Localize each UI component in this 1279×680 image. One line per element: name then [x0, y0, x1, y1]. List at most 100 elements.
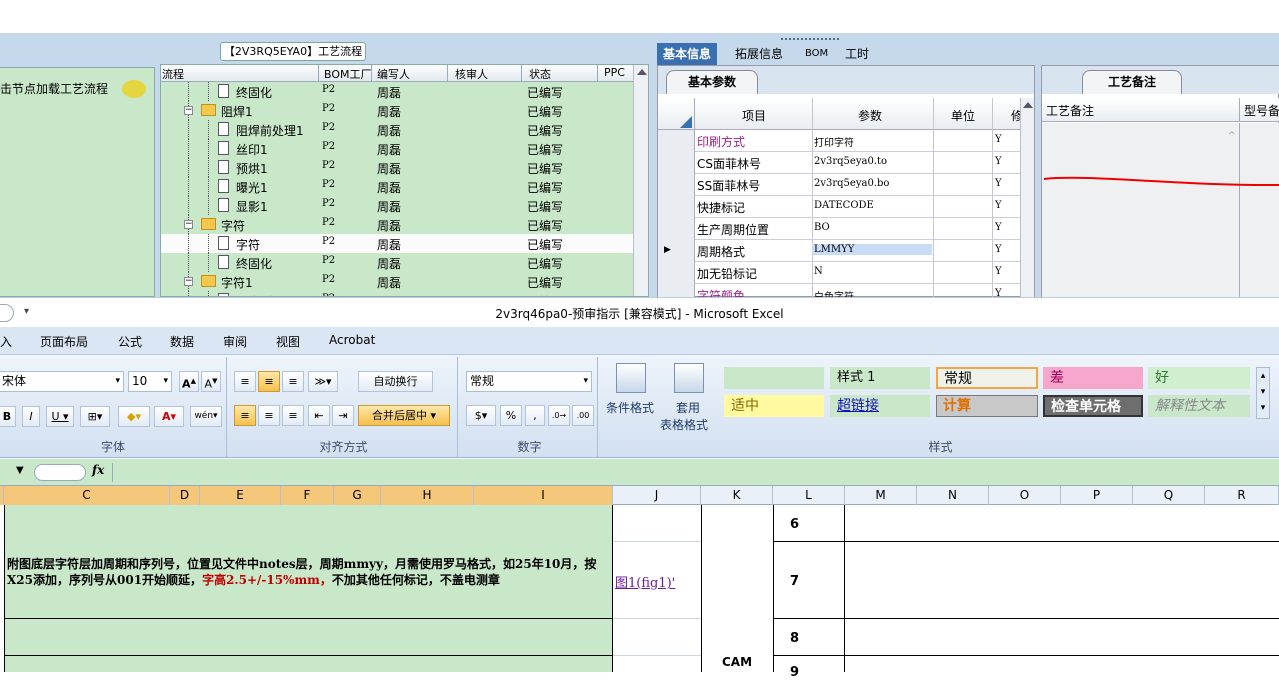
instruction-text-part2: 不加其他任何标记，不盖电测章 [331, 573, 500, 587]
formula-bar: ▼ fx [0, 459, 1279, 486]
col-header-e[interactable]: E [200, 486, 281, 505]
chevron-down-icon: ▾ [163, 376, 168, 386]
decrease-decimal-button[interactable]: .00 [572, 405, 594, 426]
fill-color-button[interactable]: ◆▾ [118, 406, 150, 427]
bold-button[interactable]: B [0, 406, 16, 427]
decrease-indent-button[interactable]: ⇤ [308, 405, 330, 426]
merged-cell-c-i[interactable] [4, 505, 613, 672]
col-header-i[interactable]: I [474, 486, 613, 505]
tab-acrobat[interactable]: Acrobat [329, 333, 375, 347]
number-format-select[interactable]: 常规 ▾ [466, 371, 592, 392]
styles-group: 条件格式 套用 表格格式 样式 1 常规 差 好 适中 超链接 计算 检查单元格… [602, 357, 1279, 457]
cell-k-cam[interactable]: CAM [722, 655, 752, 669]
grow-font-button[interactable]: A▲ [179, 371, 199, 392]
currency-button[interactable]: $▾ [466, 405, 496, 426]
style-blank[interactable] [724, 367, 824, 389]
increase-decimal-button[interactable]: .0→ [548, 405, 570, 426]
font-group: 宋体 ▾ 10 ▾ A▲ A▼ B I U ▾ ⊞▾ ◆▾ A▾ wén▾ 字体 [0, 357, 227, 457]
cell-instruction-text: 附图底层字符层加周期和序列号，位置见文件中notes层，周期mmyy，月需使用罗… [7, 556, 607, 588]
conditional-format-button[interactable]: 条件格式 [606, 399, 654, 416]
style-bad[interactable]: 差 [1043, 367, 1143, 389]
style-calculation[interactable]: 计算 [936, 395, 1038, 417]
tab-review[interactable]: 审阅 [223, 333, 247, 350]
align-center-button[interactable]: ≡ [258, 405, 280, 426]
col-header-m[interactable]: M [845, 486, 917, 505]
style-hyperlink[interactable]: 超链接 [830, 395, 930, 417]
chevron-down-icon: ▾ [115, 376, 120, 386]
align-bottom-button[interactable]: ≡ [282, 371, 304, 392]
col-header-l[interactable]: L [773, 486, 845, 505]
align-right-button[interactable]: ≡ [282, 405, 304, 426]
column-headers: C D E F G H I J K L M N O P Q R [0, 486, 1279, 505]
formula-expand-button[interactable] [34, 464, 86, 481]
cell-l-6[interactable]: 6 [790, 517, 799, 532]
name-box-dropdown-icon[interactable]: ▼ [16, 465, 24, 476]
excel-title: 2v3rq46pa0-预审指示 [兼容模式] - Microsoft Excel [495, 307, 784, 321]
phonetic-button[interactable]: wén▾ [190, 406, 222, 427]
font-name-select[interactable]: 宋体 ▾ [0, 371, 124, 392]
red-annotation-line [1043, 176, 1279, 187]
col-header-p[interactable]: P [1061, 486, 1133, 505]
format-as-table-label: 表格格式 [660, 418, 709, 432]
col-header-h[interactable]: H [381, 486, 474, 505]
style-check-cell[interactable]: 检查单元格 [1043, 395, 1143, 417]
instruction-text-red: 字高2.5+/-15%mm， [202, 573, 332, 587]
style-good[interactable]: 好 [1148, 367, 1250, 389]
chevron-down-icon: ▾ [583, 376, 588, 386]
style-explanatory[interactable]: 解释性文本 [1148, 395, 1250, 417]
cell-l-9[interactable]: 9 [790, 665, 799, 680]
wrap-text-button[interactable]: 自动换行 [358, 371, 433, 392]
tab-data[interactable]: 数据 [170, 333, 194, 350]
figure-link[interactable]: 图1(fig1)' [615, 572, 675, 591]
font-size-value: 10 [132, 374, 148, 388]
col-header-g[interactable]: G [334, 486, 381, 505]
align-group: ≡ ≡ ≡ ≫▾ 自动换行 ≡ ≡ ≡ ⇤ ⇥ 合并后居中 ▾ 对齐方式 [230, 357, 458, 457]
font-group-label: 字体 [100, 440, 125, 454]
cell-l-7[interactable]: 7 [790, 574, 799, 589]
align-top-button[interactable]: ≡ [234, 371, 256, 392]
tab-page-layout[interactable]: 页面布局 [40, 333, 88, 350]
conditional-format-icon[interactable] [616, 363, 646, 393]
styles-gallery-scroll[interactable]: ▴ ▾ ▾ [1256, 367, 1270, 419]
style-normal[interactable]: 常规 [936, 367, 1038, 389]
shrink-font-button[interactable]: A▼ [201, 371, 221, 392]
col-header-f[interactable]: F [281, 486, 334, 505]
merge-label: 合并后居中 [371, 409, 427, 422]
tab-view[interactable]: 视图 [276, 333, 300, 350]
font-color-button[interactable]: A▾ [154, 406, 184, 427]
number-group-label: 数字 [517, 440, 542, 454]
underline-button[interactable]: U ▾ [46, 406, 74, 427]
formula-input[interactable] [112, 463, 1279, 482]
col-header-o[interactable]: O [989, 486, 1061, 505]
tab-formulas[interactable]: 公式 [118, 333, 142, 350]
col-header-n[interactable]: N [917, 486, 989, 505]
italic-button[interactable]: I [22, 406, 40, 427]
align-group-label: 对齐方式 [319, 440, 368, 454]
font-name-value: 宋体 [2, 374, 27, 388]
align-left-button[interactable]: ≡ [234, 405, 256, 426]
cell-l-8[interactable]: 8 [790, 631, 799, 646]
format-as-table-button[interactable]: 套用 [676, 399, 700, 416]
col-header-q[interactable]: Q [1133, 486, 1205, 505]
fx-icon[interactable]: fx [92, 463, 104, 477]
excel-ribbon: 宋体 ▾ 10 ▾ A▲ A▼ B I U ▾ ⊞▾ ◆▾ A▾ wén▾ 字体 ≡… [0, 354, 1279, 458]
format-as-table-icon[interactable] [674, 363, 704, 393]
increase-indent-button[interactable]: ⇥ [332, 405, 354, 426]
border-button[interactable]: ⊞▾ [80, 406, 110, 427]
tab-insert[interactable]: 入 [0, 333, 12, 350]
col-header-k[interactable]: K [701, 486, 773, 505]
font-size-select[interactable]: 10 ▾ [128, 371, 172, 392]
percent-button[interactable]: % [500, 405, 522, 426]
style-neutral[interactable]: 适中 [724, 395, 824, 417]
comma-button[interactable]: , [525, 405, 545, 426]
col-header-j[interactable]: J [613, 486, 701, 505]
orientation-button[interactable]: ≫▾ [308, 371, 338, 392]
style-1[interactable]: 样式 1 [830, 367, 930, 389]
col-header-d[interactable]: D [170, 486, 200, 505]
number-format-value: 常规 [470, 374, 495, 388]
align-middle-button[interactable]: ≡ [258, 371, 280, 392]
col-header-c[interactable]: C [4, 486, 170, 505]
merge-center-button[interactable]: 合并后居中 ▾ [358, 405, 450, 426]
col-header-r[interactable]: R [1205, 486, 1279, 505]
styles-group-label: 样式 [928, 440, 953, 454]
